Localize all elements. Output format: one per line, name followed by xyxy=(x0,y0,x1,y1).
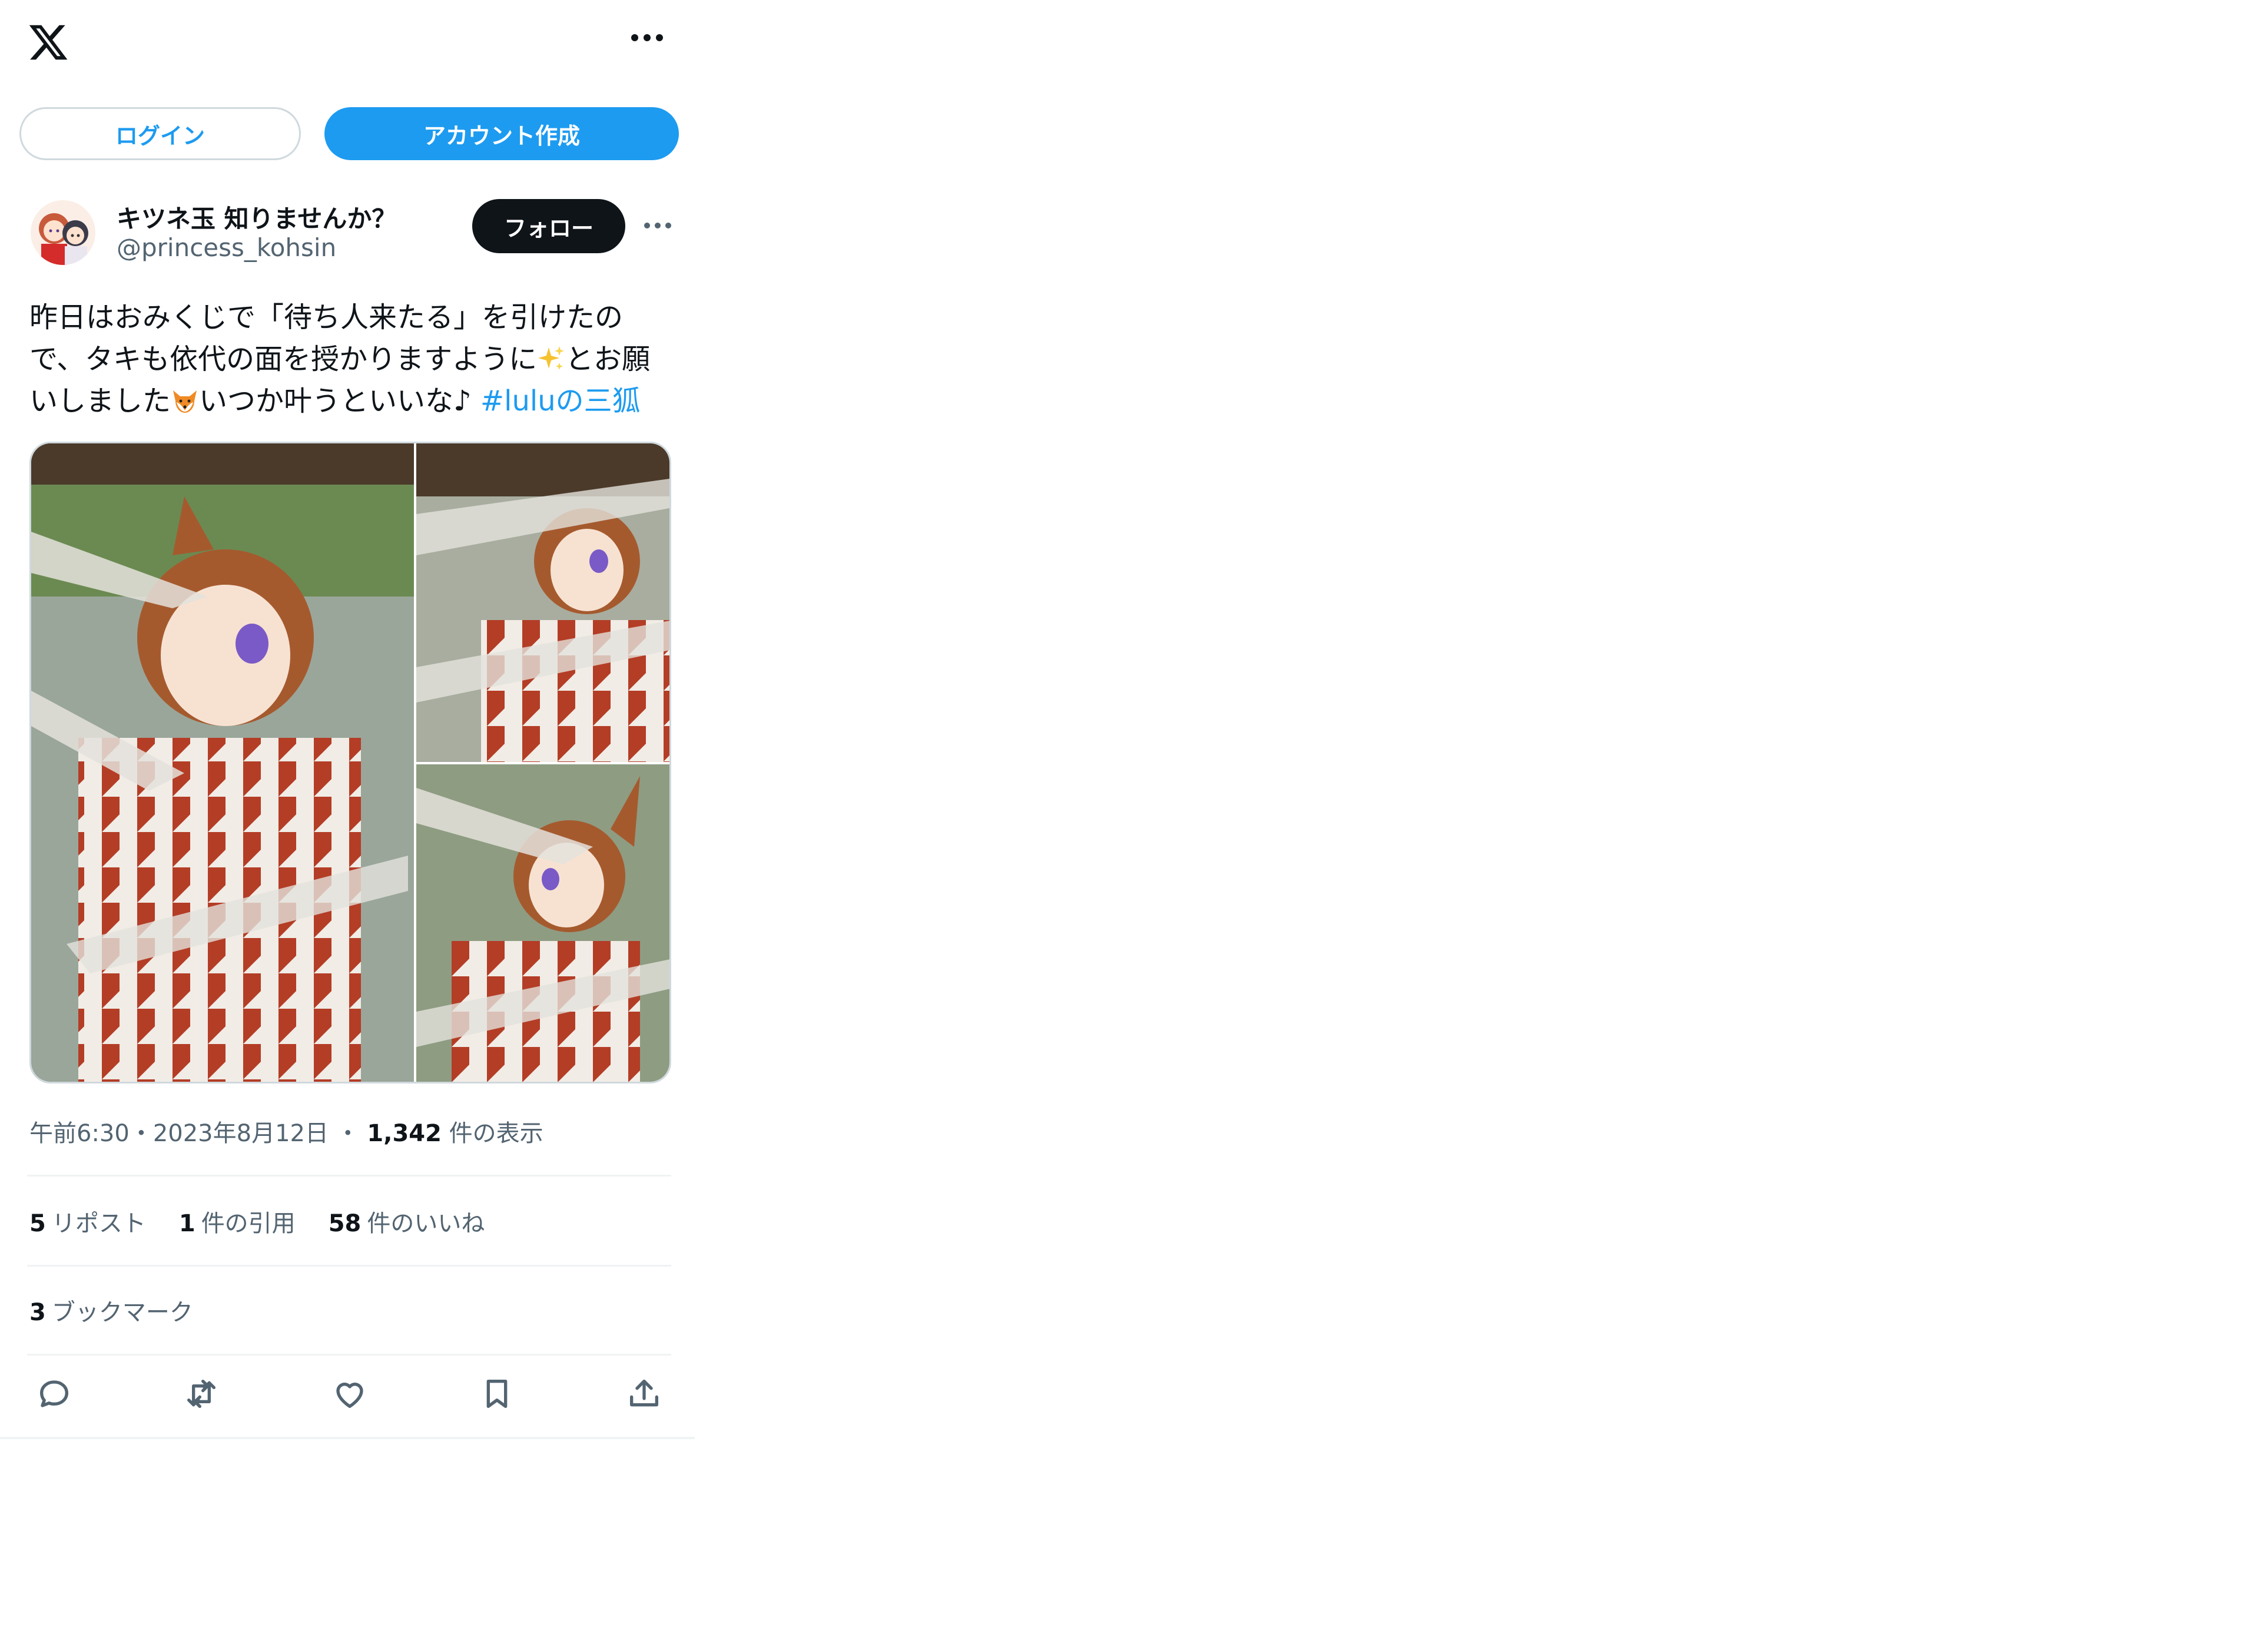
create-account-button[interactable]: アカウント作成 xyxy=(324,107,679,160)
like-label: 件のいいね xyxy=(367,1210,485,1237)
quote-stat[interactable]: 1 件の引用 xyxy=(179,1204,296,1238)
quote-label: 件の引用 xyxy=(201,1210,296,1237)
photo-1[interactable] xyxy=(31,443,414,1082)
meta-separator: ・ xyxy=(129,1120,153,1147)
photo-3[interactable] xyxy=(416,764,669,1082)
author-handle[interactable]: @princess_kohsin xyxy=(117,233,336,262)
post-time[interactable]: 午前6:30 xyxy=(29,1120,130,1147)
engagement-stats: 5 リポスト 1 件の引用 58 件のいいね xyxy=(29,1204,485,1238)
view-label: 件の表示 xyxy=(449,1120,543,1147)
repost-icon[interactable] xyxy=(183,1375,220,1413)
reply-icon[interactable] xyxy=(35,1375,73,1413)
login-button[interactable]: ログイン xyxy=(19,107,301,160)
x-logo-icon[interactable] xyxy=(27,21,69,64)
photo-2-image xyxy=(416,443,669,762)
dot xyxy=(644,223,650,228)
post-text-part: いつか叶うといいな♪ xyxy=(199,385,480,417)
like-icon[interactable] xyxy=(331,1375,369,1413)
repost-stat[interactable]: 5 リポスト xyxy=(29,1204,146,1238)
more-horizontal-icon[interactable] xyxy=(631,34,663,41)
bookmark-icon[interactable] xyxy=(478,1375,516,1413)
photo-1-image xyxy=(31,443,414,1082)
view-count: 1,342 xyxy=(367,1120,442,1147)
dot xyxy=(665,223,671,228)
dot xyxy=(644,34,651,41)
photo-3-image xyxy=(416,764,669,1082)
post-column: ログイン アカウント作成 キツネ玉 知りませんか？ @princess_kohs… xyxy=(0,0,695,1439)
post-more-icon[interactable] xyxy=(644,223,671,228)
photo-2[interactable] xyxy=(416,443,669,762)
post-text-part: 昨日はおみくじで「待ち人来たる」を引けたので、タキも依代の面を授かりますように xyxy=(29,301,624,376)
follow-button[interactable]: フォロー xyxy=(472,199,625,253)
divider xyxy=(27,1175,671,1177)
divider xyxy=(27,1265,671,1267)
bookmark-count: 3 xyxy=(29,1299,46,1326)
hashtag-link[interactable]: #luluの三狐 xyxy=(480,385,641,417)
dot xyxy=(656,34,663,41)
repost-count: 5 xyxy=(29,1210,46,1237)
post-meta: 午前6:30・2023年8月12日 ・ 1,342 件の表示 xyxy=(29,1114,543,1148)
repost-label: リポスト xyxy=(51,1210,146,1237)
post-text: 昨日はおみくじで「待ち人来たる」を引けたので、タキも依代の面を授かりますようにと… xyxy=(29,297,677,422)
media-grid xyxy=(29,442,671,1083)
bookmark-stat: 3 ブックマーク xyxy=(29,1293,193,1327)
bookmark-label: ブックマーク xyxy=(51,1299,193,1326)
divider xyxy=(27,1354,671,1356)
dot xyxy=(631,34,638,41)
like-count: 58 xyxy=(328,1210,362,1237)
dot xyxy=(655,223,661,228)
fox-face-emoji xyxy=(173,390,197,413)
avatar-image xyxy=(31,200,95,265)
sparkles-emoji xyxy=(538,346,565,370)
post-date[interactable]: 2023年8月12日 xyxy=(153,1120,329,1147)
share-icon[interactable] xyxy=(625,1375,663,1413)
quote-count: 1 xyxy=(178,1210,195,1237)
avatar[interactable] xyxy=(31,200,95,265)
meta-separator: ・ xyxy=(336,1120,360,1147)
author-display-name[interactable]: キツネ玉 知りませんか？ xyxy=(117,199,396,235)
like-stat[interactable]: 58 件のいいね xyxy=(329,1204,485,1238)
